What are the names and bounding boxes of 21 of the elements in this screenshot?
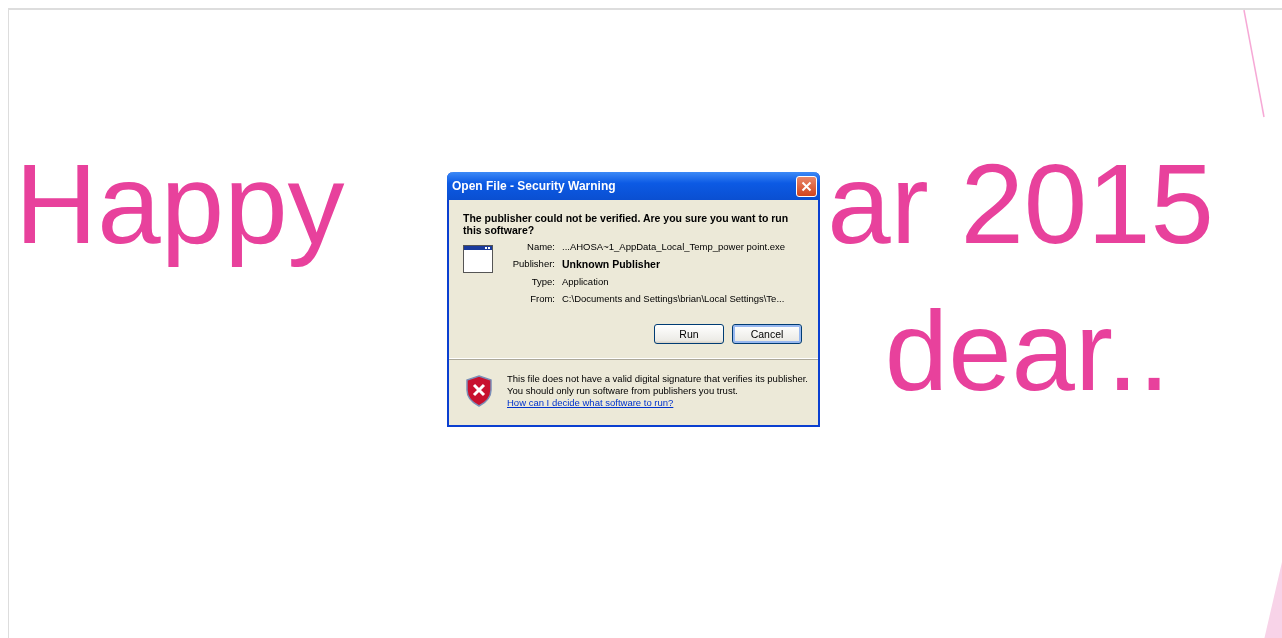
- field-label: From:: [529, 293, 555, 304]
- slide-title: ar 2015: [827, 139, 1214, 269]
- slide-title: Happy: [15, 139, 345, 269]
- dialog-button[interactable]: Run: [654, 324, 724, 344]
- field-label: Type:: [530, 276, 555, 287]
- warning-question: The publisher could not be verified. Are you sure you want to run this software?: [463, 212, 790, 236]
- dialog-button[interactable]: Cancel: [732, 324, 802, 344]
- application-window-icon: [463, 245, 493, 273]
- field-value: Application: [562, 276, 610, 287]
- close-icon: [801, 180, 812, 192]
- slide-subtitle: dear..: [884, 285, 1170, 416]
- field-value: C:\Documents and Settings\brian\Local Settings\Te...: [562, 293, 786, 304]
- help-link[interactable]: How can I decide what software to run?: [507, 397, 674, 409]
- close-button[interactable]: [796, 175, 817, 197]
- shield-error-icon: [465, 375, 493, 407]
- warning-text: This file does not have a valid digital signature that verifies its publisher. You should only run software from publishers you trust.: [507, 373, 808, 397]
- field-label: Name:: [526, 241, 555, 252]
- field-label: Publisher:: [511, 258, 555, 270]
- field-value: ...AHOSA~1_AppData_Local_Temp_power point.exe: [562, 241, 786, 252]
- window-title: Open File - Security Warning: [452, 179, 616, 193]
- field-value: Unknown Publisher: [562, 258, 661, 270]
